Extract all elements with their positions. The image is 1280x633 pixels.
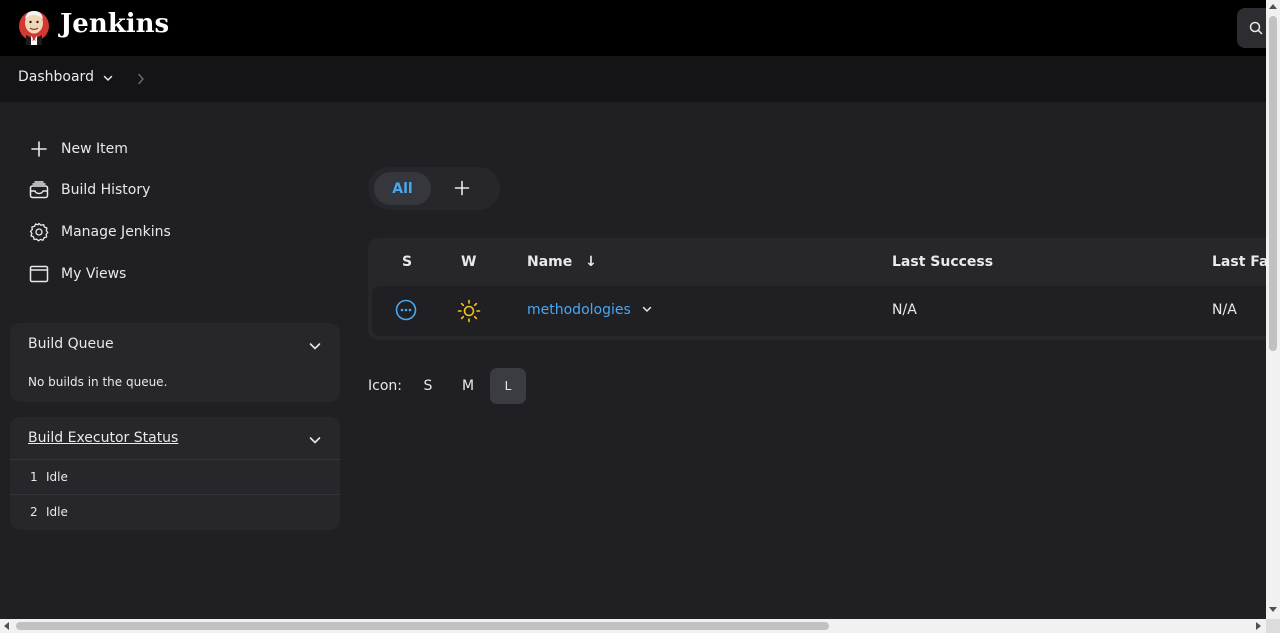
- tab-all[interactable]: All: [374, 172, 431, 205]
- executor-number: 2: [30, 505, 38, 519]
- new-item-task[interactable]: New Item: [28, 137, 128, 161]
- vertical-scrollbar[interactable]: [1266, 0, 1280, 619]
- scroll-right-arrow-icon[interactable]: [1256, 622, 1261, 630]
- breadcrumb-dashboard[interactable]: Dashboard: [18, 69, 114, 85]
- executor-row: 1 Idle: [10, 459, 340, 494]
- executor-state: Idle: [46, 470, 68, 484]
- horizontal-scroll-thumb[interactable]: [16, 622, 829, 630]
- top-header: Jenkins: [0, 0, 1277, 56]
- header-last-success[interactable]: Last Success: [892, 254, 993, 270]
- scroll-up-arrow-icon[interactable]: [1269, 4, 1277, 9]
- view-tabs: All: [368, 167, 500, 210]
- executor-row: 2 Idle: [10, 494, 340, 529]
- scroll-left-arrow-icon[interactable]: [4, 622, 9, 630]
- header-name[interactable]: Name ↓: [527, 254, 597, 270]
- table-row: methodologies N/A N/A: [372, 286, 1266, 336]
- chevron-down-icon[interactable]: [641, 303, 653, 315]
- chevron-down-icon[interactable]: [308, 339, 322, 353]
- new-item-label: New Item: [61, 141, 128, 157]
- last-failure-cell: N/A: [1212, 302, 1237, 318]
- header-name-label: Name: [527, 254, 573, 270]
- chevron-down-icon[interactable]: [102, 72, 114, 84]
- brand-title[interactable]: Jenkins: [60, 9, 169, 39]
- search-icon: [1249, 21, 1263, 35]
- my-views-label: My Views: [61, 266, 127, 282]
- horizontal-scrollbar[interactable]: [0, 619, 1266, 633]
- window-icon: [28, 263, 50, 285]
- chevron-right-icon: [138, 73, 144, 85]
- jenkins-logo-icon[interactable]: [18, 7, 50, 47]
- breadcrumb-dashboard-label: Dashboard: [18, 69, 94, 85]
- executor-status-title[interactable]: Build Executor Status: [28, 430, 178, 446]
- sort-arrow-icon: ↓: [585, 254, 597, 270]
- scroll-down-arrow-icon[interactable]: [1269, 607, 1277, 612]
- vertical-scroll-thumb[interactable]: [1269, 16, 1277, 351]
- build-history-task[interactable]: Build History: [28, 178, 150, 202]
- last-success-cell: N/A: [892, 302, 917, 318]
- header-last-failure[interactable]: Last Fa: [1212, 254, 1266, 270]
- chevron-down-icon[interactable]: [308, 433, 322, 447]
- build-history-icon: [28, 179, 50, 201]
- icon-size-large[interactable]: L: [490, 368, 526, 404]
- header-weather[interactable]: W: [461, 254, 476, 270]
- jobs-table: S W Name ↓ Last Success Last Fa methodol…: [368, 238, 1266, 340]
- sunny-weather-icon: [457, 299, 481, 323]
- job-link[interactable]: methodologies: [527, 302, 631, 318]
- executor-state: Idle: [46, 505, 68, 519]
- header-status[interactable]: S: [402, 254, 412, 270]
- executor-status-panel: Build Executor Status 1 Idle 2 Idle: [10, 417, 340, 530]
- plus-icon: [28, 138, 50, 160]
- manage-jenkins-label: Manage Jenkins: [61, 224, 171, 240]
- my-views-task[interactable]: My Views: [28, 262, 126, 286]
- icon-size-label: Icon:: [368, 378, 402, 394]
- build-history-label: Build History: [61, 182, 151, 198]
- manage-jenkins-task[interactable]: Manage Jenkins: [28, 220, 171, 244]
- scrollbar-corner: [1266, 619, 1280, 633]
- job-name-cell: methodologies: [527, 302, 653, 318]
- gear-icon: [28, 221, 50, 243]
- plus-icon[interactable]: [454, 180, 470, 196]
- in-progress-ellipsis-icon[interactable]: [395, 299, 417, 321]
- queue-empty-text: No builds in the queue.: [28, 375, 168, 389]
- breadcrumb: Dashboard: [0, 56, 1266, 102]
- build-queue-title[interactable]: Build Queue: [28, 336, 114, 352]
- icon-size-small[interactable]: S: [410, 368, 446, 404]
- icon-size-medium[interactable]: M: [450, 368, 486, 404]
- build-queue-panel: Build Queue No builds in the queue.: [10, 323, 340, 402]
- executor-number: 1: [30, 470, 38, 484]
